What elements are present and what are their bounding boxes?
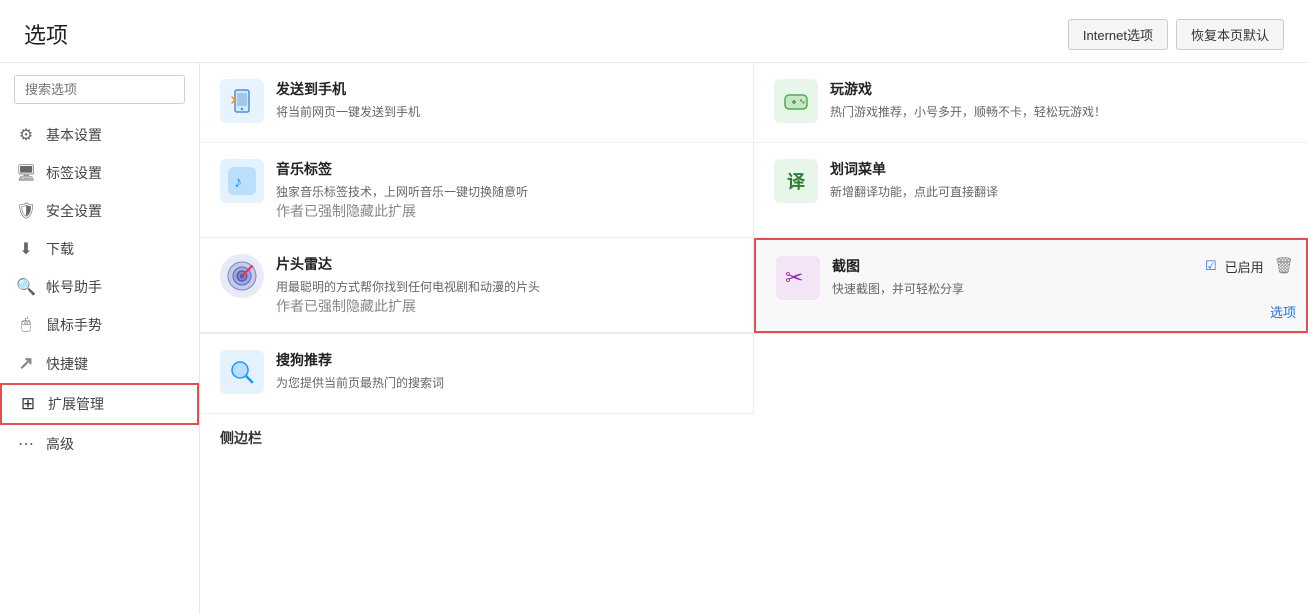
ext-send-desc: 将当前网页一键发送到手机 — [276, 103, 733, 121]
ext-music-desc: 独家音乐标签技术，上网听音乐一键切换随意听 — [276, 183, 733, 201]
sidebar-item-advanced[interactable]: ⋯ 高级 — [0, 425, 199, 463]
ext-music-name: 音乐标签 — [276, 159, 733, 179]
sidebar-item-security[interactable]: 🛡 安全设置 — [0, 192, 199, 230]
ext-send-name: 发送到手机 — [276, 79, 733, 99]
sidebar: ⚙ 基本设置 🖥 标签设置 🛡 安全设置 ⬇ 下载 🔍 帐号助手 🖱 鼠标手势 … — [0, 63, 200, 614]
header-buttons: Internet选项 恢复本页默认 — [1068, 19, 1284, 50]
ext-send-info: 发送到手机 将当前网页一键发送到手机 — [276, 79, 733, 121]
ext-games-desc: 热门游戏推荐，小号多开，顺畅不卡，轻松玩游戏！ — [830, 103, 1288, 121]
ext-sougou-name: 搜狗推荐 — [276, 350, 733, 370]
sidebar-label-basic: 基本设置 — [46, 125, 102, 145]
mouse-icon: 🖱 — [16, 316, 36, 334]
ext-screenshot-actions: ☑ 已启用 🗑 — [1205, 254, 1296, 278]
sougou-icon — [220, 350, 264, 394]
sidebar-item-account[interactable]: 🔍 帐号助手 — [0, 268, 199, 306]
sidebar-label-security: 安全设置 — [46, 201, 102, 221]
empty-cell — [754, 334, 1308, 414]
ext-screenshot: ✂ 截图 快速截图，并可轻松分享 ☑ 已启用 🗑 选项 — [754, 238, 1308, 333]
shortcut-icon: ↗ — [16, 353, 36, 374]
search-box-wrap — [0, 75, 199, 116]
ext-translate-name: 划词菜单 — [830, 159, 1288, 179]
translate-icon: 译 — [774, 159, 818, 203]
sidebar-item-shortcuts[interactable]: ↗ 快捷键 — [0, 344, 199, 383]
ext-translate-desc: 新增翻译功能，点此可直接翻译 — [830, 183, 1288, 201]
ext-music-info: 音乐标签 独家音乐标签技术，上网听音乐一键切换随意听 作者已强制隐藏此扩展 — [276, 159, 733, 221]
sidebar-label-extensions: 扩展管理 — [48, 394, 104, 414]
ext-piantou-radar: 片头雷达 用最聪明的方式帮你找到任何电视剧和动漫的片头 作者已强制隐藏此扩展 — [200, 238, 754, 333]
restore-defaults-button[interactable]: 恢复本页默认 — [1176, 19, 1284, 50]
enabled-checkmark: ☑ — [1205, 258, 1217, 274]
sidebar-item-tabs[interactable]: 🖥 标签设置 — [0, 154, 199, 192]
sidebar-section-label: 侧边栏 — [200, 414, 1308, 454]
main-layout: ⚙ 基本设置 🖥 标签设置 🛡 安全设置 ⬇ 下载 🔍 帐号助手 🖱 鼠标手势 … — [0, 63, 1308, 614]
tabs-icon: 🖥 — [16, 163, 36, 183]
svg-text:✂: ✂ — [785, 265, 803, 290]
radar-icon — [220, 254, 264, 298]
delete-button[interactable]: 🗑 — [1272, 254, 1296, 278]
sidebar-item-extensions[interactable]: ⊞ 扩展管理 — [0, 383, 199, 425]
ext-send-to-phone: 发送到手机 将当前网页一键发送到手机 — [200, 63, 754, 143]
sidebar-item-mouse[interactable]: 🖱 鼠标手势 — [0, 306, 199, 344]
sidebar-item-download[interactable]: ⬇ 下载 — [0, 230, 199, 268]
ext-sougou-desc: 为您提供当前页最热门的搜索词 — [276, 374, 733, 392]
play-games-icon — [774, 79, 818, 123]
ext-translate-menu: 译 划词菜单 新增翻译功能，点此可直接翻译 — [754, 143, 1308, 238]
ext-translate-info: 划词菜单 新增翻译功能，点此可直接翻译 — [830, 159, 1288, 201]
more-icon: ⋯ — [16, 434, 36, 454]
ext-screenshot-desc: 快速截图，并可轻松分享 — [832, 280, 1286, 298]
sidebar-item-basic[interactable]: ⚙ 基本设置 — [0, 116, 199, 154]
music-icon: ♪ — [220, 159, 264, 203]
send-to-phone-icon — [220, 79, 264, 123]
ext-row-bottom: 搜狗推荐 为您提供当前页最热门的搜索词 — [200, 334, 1308, 414]
page-header: 选项 Internet选项 恢复本页默认 — [0, 0, 1308, 63]
ext-radar-info: 片头雷达 用最聪明的方式帮你找到任何电视剧和动漫的片头 作者已强制隐藏此扩展 — [276, 254, 733, 316]
settings-icon: ⚙ — [16, 125, 36, 145]
sidebar-label-shortcuts: 快捷键 — [46, 354, 88, 374]
ext-radar-hidden: 作者已强制隐藏此扩展 — [276, 296, 733, 316]
ext-sougou: 搜狗推荐 为您提供当前页最热门的搜索词 — [200, 334, 754, 414]
screenshot-icon: ✂ — [776, 256, 820, 300]
shield-icon: 🛡 — [16, 201, 36, 221]
sidebar-label-download: 下载 — [46, 239, 74, 259]
extensions-icon: ⊞ — [18, 394, 38, 414]
ext-radar-name: 片头雷达 — [276, 254, 733, 274]
sidebar-label-tabs: 标签设置 — [46, 163, 102, 183]
internet-options-button[interactable]: Internet选项 — [1068, 19, 1168, 50]
ext-games-name: 玩游戏 — [830, 79, 1288, 99]
ext-radar-desc: 用最聪明的方式帮你找到任何电视剧和动漫的片头 — [276, 278, 733, 296]
svg-text:♪: ♪ — [234, 174, 242, 191]
main-content: 发送到手机 将当前网页一键发送到手机 玩游戏 热门游戏推荐，小号 — [200, 63, 1308, 614]
ext-music-tab: ♪ 音乐标签 独家音乐标签技术，上网听音乐一键切换随意听 作者已强制隐藏此扩展 — [200, 143, 754, 238]
enabled-label: 已启用 — [1225, 257, 1264, 276]
ext-play-games: 玩游戏 热门游戏推荐，小号多开，顺畅不卡，轻松玩游戏！ — [754, 63, 1308, 143]
sidebar-label-mouse: 鼠标手势 — [46, 315, 102, 335]
search-input[interactable] — [14, 75, 185, 104]
sidebar-label-account: 帐号助手 — [46, 277, 102, 297]
ext-screenshot-options-link[interactable]: 选项 — [1270, 302, 1296, 321]
ext-games-info: 玩游戏 热门游戏推荐，小号多开，顺畅不卡，轻松玩游戏！ — [830, 79, 1288, 121]
ext-sougou-info: 搜狗推荐 为您提供当前页最热门的搜索词 — [276, 350, 733, 392]
sidebar-label-advanced: 高级 — [46, 434, 74, 454]
account-icon: 🔍 — [16, 277, 36, 297]
extensions-grid: 发送到手机 将当前网页一键发送到手机 玩游戏 热门游戏推荐，小号 — [200, 63, 1308, 334]
download-icon: ⬇ — [16, 239, 36, 259]
page-title: 选项 — [24, 18, 68, 50]
ext-music-hidden: 作者已强制隐藏此扩展 — [276, 201, 733, 221]
